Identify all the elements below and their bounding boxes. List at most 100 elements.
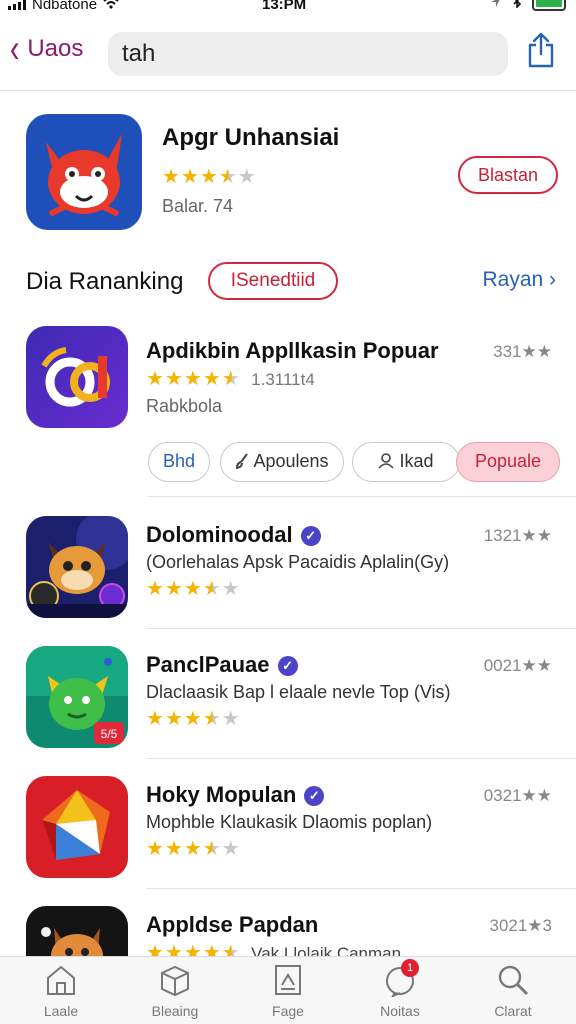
see-more-link[interactable]: Rayan › <box>482 268 556 292</box>
list-item[interactable]: 5/5 PanclPauae ✓ Dlaclaasik Bap l elaale … <box>0 646 576 759</box>
star-icon: ★ <box>199 166 219 188</box>
wifi-icon <box>103 0 119 13</box>
tab-notifications[interactable]: 1 Noitas <box>355 959 445 1019</box>
star-icon: ★ <box>218 166 238 188</box>
app-icon <box>26 776 128 878</box>
app-name: Apdikbin Appllkasin Popuar <box>146 338 439 363</box>
verified-badge-icon: ✓ <box>304 786 325 806</box>
person-icon <box>378 451 399 471</box>
app-name-line: Hoky Mopulan ✓ <box>146 782 325 808</box>
app-name: PanclPauae <box>146 652 270 677</box>
star-rating: ★★★★★ <box>162 164 257 189</box>
filter-chip[interactable]: Bhd <box>148 442 210 482</box>
tab-label: Fage <box>272 1003 304 1019</box>
tab-label: Laale <box>43 1003 79 1019</box>
search-icon <box>496 963 530 997</box>
star-icon: ★ <box>146 942 165 956</box>
location-icon <box>490 0 502 11</box>
app-description: Mophble Klaukasik Dlaomis poplan) <box>146 812 433 832</box>
star-icon: ★ <box>183 942 203 956</box>
star-rating: ★★★★★ <box>146 368 241 390</box>
star-icon: ★ <box>164 578 184 600</box>
star-icon: ★ <box>183 708 203 730</box>
section-title: Dia Rananking <box>26 268 184 295</box>
featured-action-button[interactable]: Blastan <box>458 156 558 194</box>
star-icon: ★ <box>183 578 203 600</box>
filter-chip-selected[interactable]: Popuale <box>456 442 560 482</box>
battery-icon <box>532 0 566 11</box>
star-icon: ★ <box>162 166 181 188</box>
list-item[interactable]: Dolominoodal ✓ (Oorlehalas Apsk Pacaidis … <box>0 516 576 629</box>
star-icon: ★ <box>164 838 184 860</box>
search-field[interactable]: tah <box>108 32 508 76</box>
tab-search[interactable]: Clarat <box>468 963 558 1019</box>
document-icon <box>271 963 305 997</box>
star-icon: ★ <box>202 368 222 390</box>
app-icon <box>26 516 128 618</box>
chevron-left-icon: ‹ <box>9 27 20 71</box>
filter-chip-apoulens[interactable]: Apoulens <box>220 442 344 482</box>
star-icon: ★ <box>202 838 222 860</box>
divider <box>146 888 576 889</box>
star-icon: ★ <box>180 166 200 188</box>
app-icon <box>26 906 128 956</box>
back-button[interactable]: ‹ Uaos <box>8 27 84 71</box>
filter-chips: Bhd Apoulens Ikad Popuale <box>148 442 560 482</box>
stars: ★★★★★ <box>146 708 241 730</box>
back-label: Uaos <box>27 35 84 62</box>
rating-count: 1.3111t4 <box>251 370 315 389</box>
app-description: Vak Llolaik Canman <box>251 944 402 956</box>
star-icon: ★ <box>164 942 184 956</box>
star-icon: ★ <box>183 368 203 390</box>
app-name: Appldse Papdan <box>146 912 319 937</box>
notification-badge: 1 <box>401 959 419 977</box>
stars: ★★★★★ <box>146 838 241 860</box>
divider <box>146 628 576 629</box>
star-icon: ★ <box>221 368 241 390</box>
status-bar: Ndbatone 13:PM <box>0 0 576 18</box>
filter-chip-label: Apoulens <box>253 451 329 471</box>
star-icon: ★ <box>164 368 184 390</box>
featured-app[interactable]: Apgr Unhansiai ★★★★★ Balar. 74 Blastan <box>0 110 576 240</box>
section-header: Dia Rananking ISenedtiid Rayan › <box>26 262 556 302</box>
tab-fage[interactable]: Fage <box>243 963 333 1019</box>
brush-icon <box>235 451 253 471</box>
verified-badge-icon: ✓ <box>300 526 321 546</box>
star-icon: ★ <box>202 708 222 730</box>
review-count: 331★★ <box>493 342 552 361</box>
share-icon[interactable] <box>526 32 556 68</box>
box-icon <box>158 963 192 997</box>
star-icon: ★ <box>146 838 165 860</box>
star-rating: ★★★★★ <box>146 576 241 601</box>
star-icon: ★ <box>164 708 184 730</box>
featured-app-subtitle: Balar. 74 <box>162 196 234 216</box>
app-name: Hoky Mopulan <box>146 782 297 807</box>
filter-chip-ikad[interactable]: Ikad <box>352 442 460 482</box>
app-rating-row: ★★★★★ 1.3111t4 <box>146 366 315 391</box>
divider <box>0 90 576 91</box>
verified-badge-icon: ✓ <box>277 656 298 676</box>
star-icon: ★ <box>146 368 165 390</box>
section-chip-button[interactable]: ISenedtiid <box>208 262 338 300</box>
list-item[interactable]: Appldse Papdan ★★★★★ Vak Llolaik Canman … <box>0 906 576 956</box>
home-icon <box>44 963 78 997</box>
list-item[interactable]: Hoky Mopulan ✓ Mophble Klaukasik Dlaomis … <box>0 776 576 889</box>
bluetooth-icon <box>512 0 522 11</box>
app-icon <box>26 326 128 428</box>
star-rating: ★★★★★ <box>146 942 241 956</box>
review-count: 3021★3 <box>489 916 552 935</box>
app-description: (Oorlehalas Apsk Pacaidis Aplalin(Gy) <box>146 552 450 572</box>
see-more-label: Rayan <box>482 268 544 291</box>
star-icon: ★ <box>146 578 165 600</box>
star-rating: ★★★★★ <box>146 706 241 731</box>
tab-bleaing[interactable]: Bleaing <box>130 963 220 1019</box>
signal-icon <box>8 0 26 10</box>
filter-chip-label: Ikad <box>399 451 434 471</box>
navigation-bar: ‹ Uaos tah <box>0 28 576 80</box>
divider <box>146 758 576 759</box>
star-icon: ★ <box>183 838 203 860</box>
star-icon: ★ <box>202 578 222 600</box>
star-icon: ★ <box>221 578 241 600</box>
star-icon: ★ <box>221 708 241 730</box>
tab-home[interactable]: Laale <box>16 963 106 1019</box>
